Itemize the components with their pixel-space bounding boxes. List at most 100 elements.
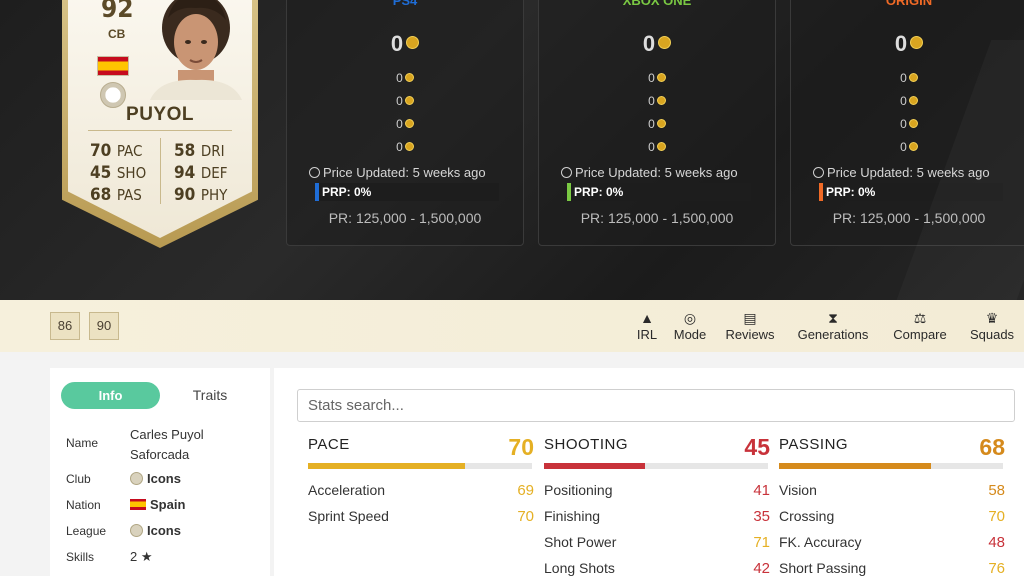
clock-icon — [813, 167, 824, 178]
coin-icon — [908, 119, 918, 129]
mode-button[interactable]: ◎ Mode — [670, 310, 710, 342]
compare-button[interactable]: ⚖ Compare — [888, 310, 952, 342]
coin-icon — [658, 35, 672, 49]
card-stat: 94 DEF — [174, 163, 228, 183]
category-title: SHOOTING — [544, 436, 629, 453]
sub-price: 0 — [287, 71, 523, 85]
sub-price: 0 — [539, 71, 775, 85]
coin-icon — [910, 35, 924, 49]
info-key: Name — [66, 436, 99, 450]
irl-button[interactable]: ▲ IRL — [634, 310, 660, 342]
card-stat: 90 PHY — [174, 185, 228, 205]
scales-icon: ⚖ — [913, 310, 927, 326]
substat-row: Short Passing 76 — [779, 560, 1005, 576]
category-value: 70 — [508, 434, 534, 460]
substat-row: Crossing 70 — [779, 508, 1005, 525]
info-nation-value[interactable]: Spain — [130, 497, 185, 512]
origin-logo-icon: ORIGIN — [885, 0, 933, 8]
price-range: PR: 125,000 - 1,500,000 — [328, 210, 482, 226]
action-bar: 86 90 ▲ IRL ◎ Mode ▤ Reviews ⧗ Generations ⚖… — [0, 300, 1024, 352]
coin-icon — [656, 119, 666, 129]
card-position: CB — [108, 27, 126, 41]
sub-price: 0 — [791, 71, 1024, 85]
clock-icon — [309, 167, 320, 178]
coin-icon — [656, 96, 666, 106]
stats-panel: PACE 70 Acceleration69 Sprint Speed70 SH… — [274, 368, 1024, 576]
card-stats-left: 70 PAC 45 SHO 68 PAS — [90, 140, 146, 206]
card-stat: 58 DRI — [174, 141, 225, 161]
icons-badge-icon — [130, 524, 143, 537]
card-rating: 92 — [101, 0, 134, 24]
sub-price: 0 — [539, 94, 775, 108]
price-updated: Price Updated: 5 weeks ago — [561, 165, 738, 180]
tab-traits[interactable]: Traits — [170, 382, 250, 409]
player-card: 92 CB PUYOL 70 PAC 45 SHO 68 PAS 58 DRI … — [62, 0, 258, 248]
card-stat: 68 PAS — [90, 185, 142, 205]
main-price: 0 — [539, 31, 775, 57]
info-club-value[interactable]: Icons — [130, 471, 181, 486]
substat-row: Positioning 41 — [544, 482, 770, 499]
substat-row: Finishing 35 — [544, 508, 770, 525]
info-key: Nation — [66, 498, 101, 512]
reviews-icon: ▤ — [743, 310, 757, 326]
xbox-logo-icon: XBOX ONE — [622, 0, 692, 8]
coin-icon — [404, 73, 414, 83]
category-bar — [779, 463, 1003, 469]
info-name-value: Carles Puyol Saforcada — [130, 427, 204, 462]
coin-icon — [908, 73, 918, 83]
mode-icon: ◎ — [683, 310, 697, 326]
coin-icon — [404, 96, 414, 106]
info-key: League — [66, 524, 107, 538]
price-panel-origin: ORIGIN 0 0 0 0 0 Price Updated: 5 weeks … — [790, 0, 1024, 246]
chem-box: 86 — [50, 312, 80, 340]
squads-button[interactable]: ♛ Squads — [966, 310, 1018, 342]
card-stat: 70 PAC — [90, 141, 143, 161]
sub-price: 0 — [791, 117, 1024, 131]
card-player-name: PUYOL — [126, 104, 194, 125]
card-stats-right: 58 DRI 94 DEF 90 PHY — [174, 140, 228, 206]
coin-icon — [908, 96, 918, 106]
price-panel-xbox: XBOX ONE 0 0 0 0 0 Price Updated: 5 week… — [538, 0, 776, 246]
sub-price: 0 — [539, 140, 775, 154]
hourglass-icon: ⧗ — [828, 310, 838, 326]
icons-badge-icon — [130, 472, 143, 485]
stats-search-input[interactable] — [297, 389, 1015, 422]
category-bar — [308, 463, 532, 469]
sub-price: 0 — [539, 117, 775, 131]
info-panel: Info Traits Name Carles Puyol Saforcada … — [50, 368, 270, 576]
price-range: PR: 125,000 - 1,500,000 — [832, 210, 986, 226]
prp-bar: PRP: 0% — [567, 183, 751, 201]
category-value: 68 — [979, 434, 1005, 460]
chem-box: 90 — [89, 312, 119, 340]
coin-icon — [404, 142, 414, 152]
sub-price: 0 — [287, 140, 523, 154]
irl-icon: ▲ — [640, 310, 654, 326]
substat-row: Long Shots 42 — [544, 560, 770, 576]
substat-row: Shot Power 71 — [544, 534, 770, 551]
card-divider — [88, 130, 232, 131]
price-updated: Price Updated: 5 weeks ago — [309, 165, 486, 180]
hero-section: 92 CB PUYOL 70 PAC 45 SHO 68 PAS 58 DRI … — [0, 0, 1024, 300]
generations-button[interactable]: ⧗ Generations — [792, 310, 874, 342]
info-skills-value: 2 ★ — [130, 549, 153, 564]
info-league-value[interactable]: Icons — [130, 523, 181, 538]
player-portrait — [150, 0, 242, 100]
substat-row: Vision 58 — [779, 482, 1005, 499]
main-price: 0 — [791, 31, 1024, 57]
coin-icon — [404, 119, 414, 129]
tab-info[interactable]: Info — [61, 382, 160, 409]
coin-icon — [656, 73, 666, 83]
sub-price: 0 — [791, 140, 1024, 154]
sub-price: 0 — [791, 94, 1024, 108]
price-panel-ps4: PS4 0 0 0 0 0 Price Updated: 5 weeks ago… — [286, 0, 524, 246]
info-key: Club — [66, 472, 91, 486]
substat-row: FK. Accuracy 48 — [779, 534, 1005, 551]
prp-bar: PRP: 0% — [315, 183, 499, 201]
category-bar — [544, 463, 768, 469]
spain-flag-icon — [130, 499, 146, 510]
spain-flag-icon — [97, 56, 129, 76]
coin-icon — [656, 142, 666, 152]
substat-row: Sprint Speed 70 — [308, 508, 534, 525]
sub-price: 0 — [287, 117, 523, 131]
reviews-button[interactable]: ▤ Reviews — [722, 310, 778, 342]
